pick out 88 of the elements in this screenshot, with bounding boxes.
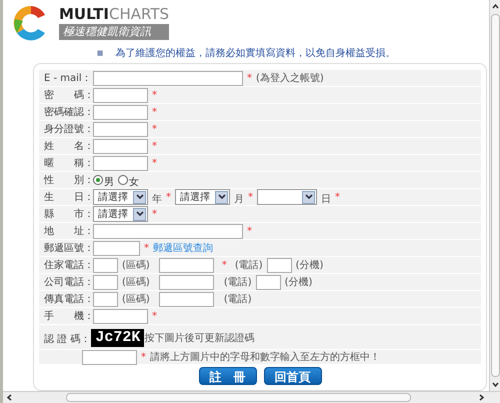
field-note: (電話): [234, 258, 263, 272]
required-mark: *: [144, 242, 149, 256]
field-note: (區碼): [122, 276, 150, 290]
captcha-image[interactable]: Jc72K: [91, 329, 144, 347]
input-field[interactable]: [158, 274, 214, 290]
field-note: (分機): [284, 276, 312, 290]
field-label: E - mail：: [44, 72, 91, 86]
form-button[interactable]: 註 冊: [198, 367, 256, 385]
scroll-up-icon[interactable]: [490, 2, 500, 11]
input-field[interactable]: [93, 122, 148, 136]
required-mark: *: [248, 190, 253, 204]
input-field[interactable]: [158, 258, 214, 272]
dropdown-chevron-icon: [215, 190, 228, 204]
brand-name-light: CHARTS: [109, 6, 170, 22]
field-note: (電話): [224, 292, 252, 306]
radio-label: 女: [129, 176, 139, 190]
brand-name-bold: MULTI: [59, 6, 109, 22]
required-mark: *: [166, 190, 171, 204]
field-label: 暱 稱：: [44, 156, 91, 170]
field-note: (分機): [296, 258, 324, 272]
field-label: 身分證號：: [44, 122, 91, 136]
field-label: 生 日：: [44, 190, 91, 204]
field-label: 公司電話：: [44, 276, 91, 290]
field-note: (為登入之帳號): [256, 72, 324, 86]
field-note: 按下圖片後可更新認證碼: [144, 333, 254, 344]
field-label: 密碼確認：: [44, 106, 91, 120]
field-label: 性 別：: [44, 174, 91, 188]
field-label: 住家電話：: [44, 258, 91, 272]
scroll-down-icon[interactable]: [490, 380, 500, 389]
required-mark: *: [222, 258, 227, 272]
unit-label: 日: [321, 194, 331, 205]
radio-button[interactable]: [118, 175, 128, 185]
scroll-left-icon[interactable]: [5, 393, 14, 402]
field-label: 地 址：: [44, 224, 91, 238]
field-note: 請將上方圖片中的字母和數字輸入至左方的方框中！: [150, 350, 380, 364]
captcha-field[interactable]: [82, 350, 137, 364]
required-mark: *: [152, 140, 157, 154]
input-field[interactable]: [266, 258, 292, 272]
required-mark: *: [152, 156, 157, 170]
input-field[interactable]: [93, 308, 148, 324]
field-label: 姓 名：: [44, 140, 91, 154]
dropdown-select[interactable]: 請選擇: [93, 189, 148, 205]
required-mark: *: [335, 190, 340, 204]
input-field[interactable]: [93, 156, 148, 170]
dropdown-chevron-icon: [133, 190, 146, 204]
required-mark: *: [247, 224, 252, 238]
field-note: (電話): [224, 276, 252, 290]
unit-label: 年: [152, 194, 162, 205]
zip-field[interactable]: [93, 240, 140, 256]
required-mark: *: [152, 310, 157, 324]
input-field[interactable]: [93, 88, 148, 102]
scroll-right-icon[interactable]: [477, 393, 486, 402]
field-label: 郵遞區號：: [44, 242, 91, 256]
required-mark: *: [247, 72, 252, 86]
field-label: 密 碼：: [44, 88, 91, 102]
address-field[interactable]: [93, 224, 243, 238]
required-mark: *: [152, 106, 157, 120]
dropdown-select[interactable]: 請選擇: [93, 206, 148, 222]
required-mark: *: [152, 122, 157, 136]
input-field[interactable]: [93, 104, 148, 120]
field-note: (區碼): [122, 258, 150, 272]
radio-label: 男: [104, 176, 114, 190]
notice-text: 為了維護您的權益，請務必如實填寫資料，以免自身權益受損。: [115, 46, 396, 60]
input-field[interactable]: [93, 258, 118, 272]
field-label: 手 機：: [44, 310, 91, 324]
radio-button[interactable]: [93, 175, 103, 185]
email-field[interactable]: [93, 70, 243, 86]
input-field[interactable]: [256, 274, 281, 290]
form-button[interactable]: 回首頁: [264, 367, 322, 385]
field-label: 傳真電話：: [44, 292, 91, 306]
horizontal-scrollbar[interactable]: [3, 391, 500, 403]
input-field[interactable]: [158, 292, 214, 306]
input-field[interactable]: [93, 274, 118, 290]
dropdown-chevron-icon: [302, 190, 315, 204]
dropdown-select[interactable]: 請選擇: [175, 189, 230, 205]
required-mark: *: [141, 350, 146, 364]
field-note: (區碼): [122, 292, 150, 306]
unit-label: 月: [234, 194, 244, 205]
dropdown-chevron-icon: [133, 208, 146, 220]
input-field[interactable]: [93, 138, 148, 154]
dropdown-select[interactable]: [257, 189, 317, 205]
required-mark: *: [152, 208, 157, 222]
field-label: 認 證 碼：: [44, 332, 90, 347]
input-field[interactable]: [93, 292, 118, 306]
field-label: 縣 市：: [44, 208, 91, 222]
required-mark: *: [152, 88, 157, 102]
vertical-scrollbar[interactable]: [489, 0, 500, 391]
logo-tagline: 極速穩健凱衛資訊: [59, 24, 170, 40]
